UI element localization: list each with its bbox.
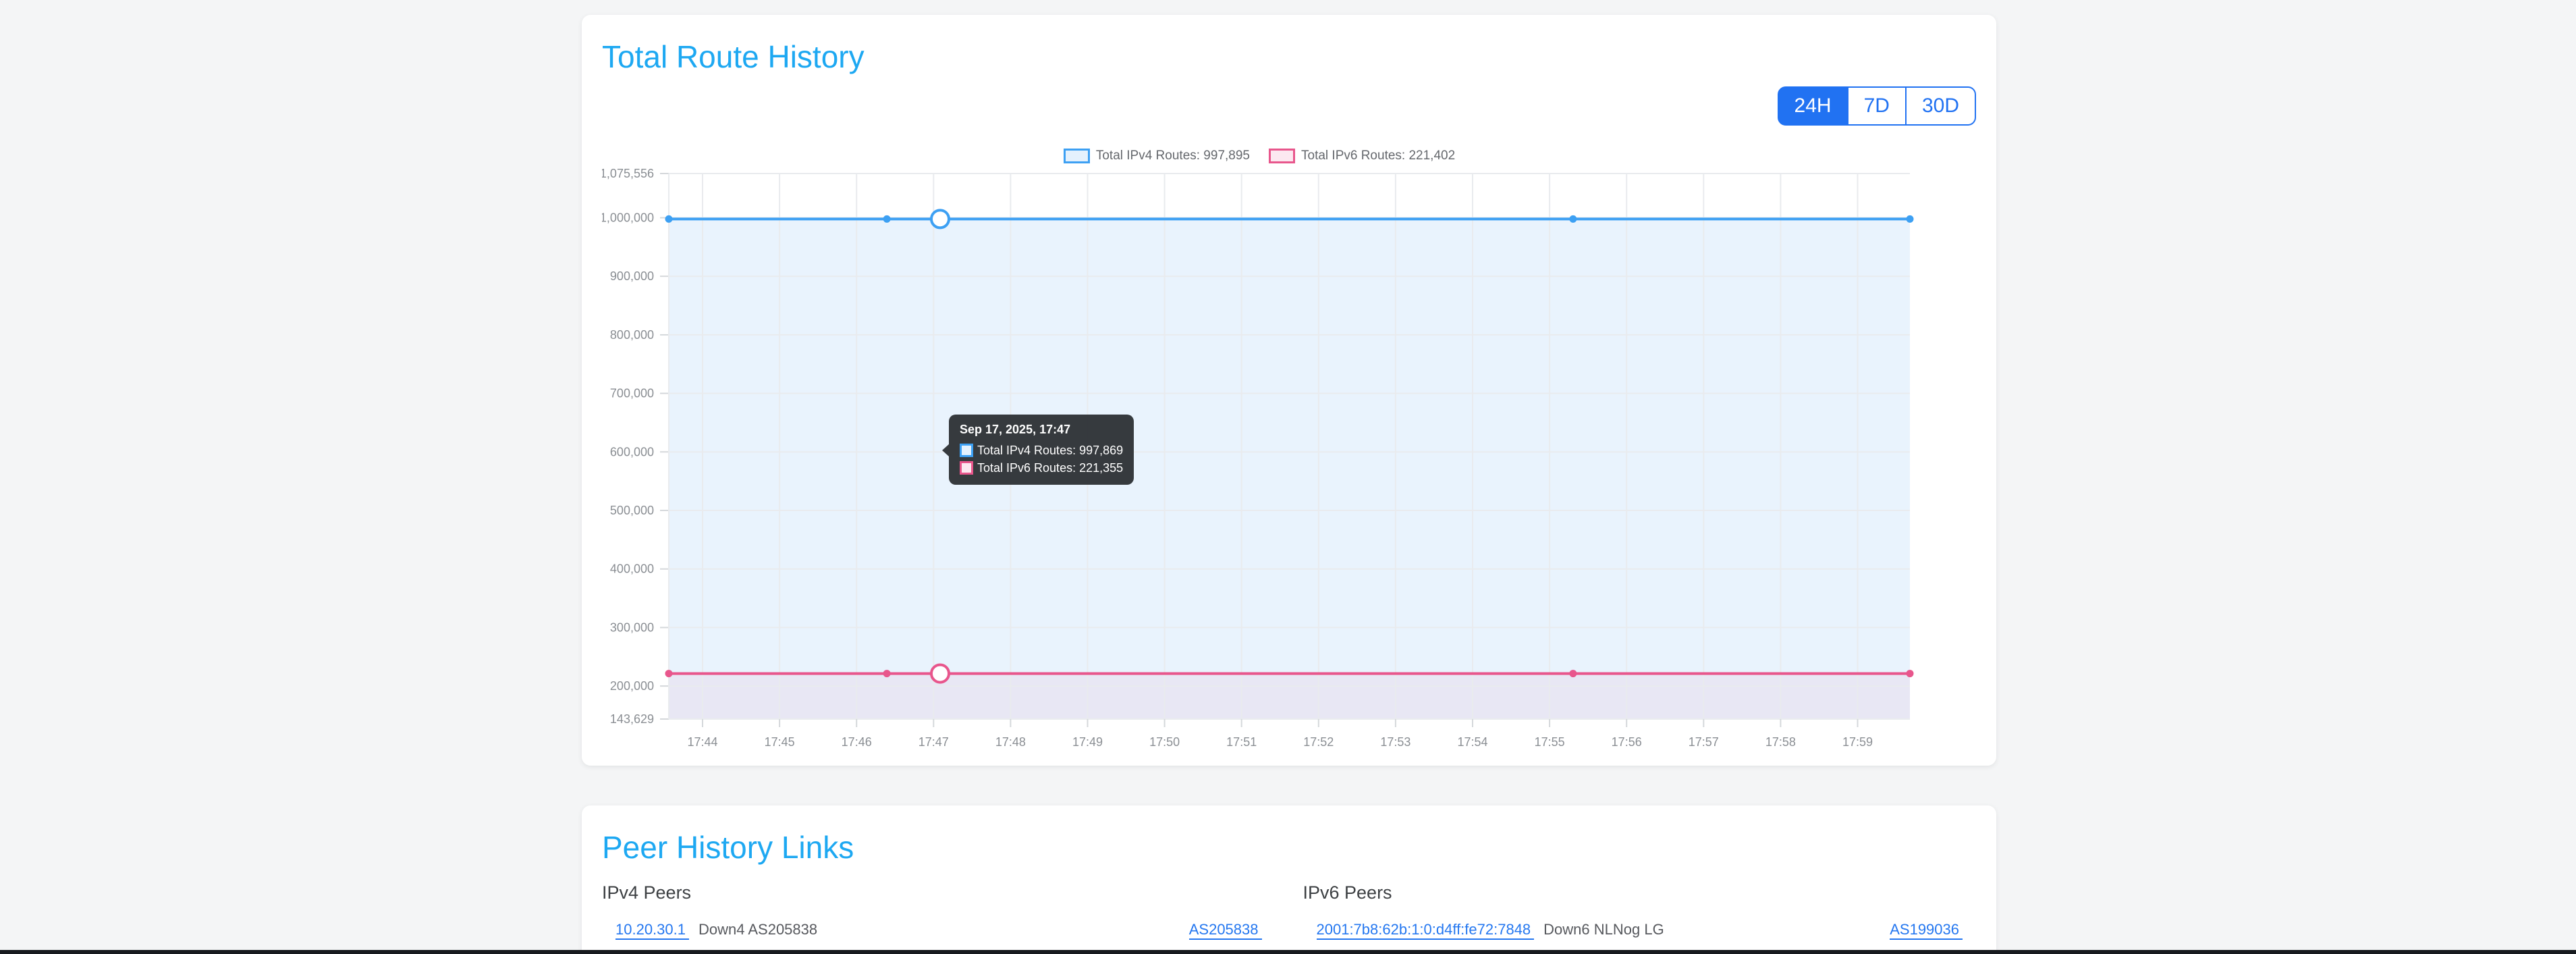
ipv4-peer-row: 10.20.30.1 Down4 AS205838 AS205838 — [602, 921, 1276, 940]
svg-text:17:55: 17:55 — [1535, 735, 1565, 749]
svg-text:17:46: 17:46 — [842, 735, 872, 749]
ipv4-peers-column: IPv4 Peers 10.20.30.1 Down4 AS205838 AS2… — [602, 882, 1276, 940]
svg-text:900,000: 900,000 — [610, 269, 654, 283]
svg-text:300,000: 300,000 — [610, 620, 654, 634]
svg-text:17:50: 17:50 — [1149, 735, 1180, 749]
tooltip-ipv6-value: Total IPv6 Routes: 221,355 — [977, 459, 1123, 477]
svg-text:17:48: 17:48 — [995, 735, 1026, 749]
ipv6-peer-row: 2001:7b8:62b:1:0:d4ff:fe72:7848 Down6 NL… — [1303, 921, 1977, 940]
y-axis-labels: 1,075,556 1,000,000 900,000 800,000 700,000 6… — [602, 167, 654, 726]
ipv6-legend-swatch-icon — [1269, 149, 1295, 163]
data-point[interactable] — [1569, 215, 1577, 223]
legend-item-ipv4[interactable]: Total IPv4 Routes: 997,895 — [1064, 149, 1250, 163]
chart-area-fills — [669, 219, 1910, 719]
ipv4-peers-header: IPv4 Peers — [602, 882, 1276, 903]
chart-legend: Total IPv4 Routes: 997,895 Total IPv6 Ro… — [602, 149, 1917, 163]
tooltip-ipv4-value: Total IPv4 Routes: 997,869 — [977, 442, 1123, 459]
time-range-selector: 24H 7D 30D — [602, 86, 1976, 126]
svg-text:700,000: 700,000 — [610, 387, 654, 400]
ipv6-legend-label: Total IPv6 Routes: 221,402 — [1301, 149, 1455, 163]
svg-text:17:59: 17:59 — [1842, 735, 1873, 749]
svg-text:500,000: 500,000 — [610, 504, 654, 517]
ipv6-peer-as-link[interactable]: AS199036 — [1890, 921, 1963, 940]
peer-history-links-card: Peer History Links IPv4 Peers 10.20.30.1… — [582, 805, 1996, 954]
svg-text:400,000: 400,000 — [610, 562, 654, 576]
svg-text:1,075,556: 1,075,556 — [602, 167, 654, 180]
svg-text:17:54: 17:54 — [1457, 735, 1487, 749]
data-point[interactable] — [1569, 670, 1577, 677]
svg-text:17:47: 17:47 — [919, 735, 949, 749]
peer-history-links-title: Peer History Links — [602, 829, 1976, 866]
ipv4-peer-address-link[interactable]: 10.20.30.1 — [615, 921, 689, 940]
legend-item-ipv6[interactable]: Total IPv6 Routes: 221,402 — [1269, 149, 1455, 163]
svg-text:17:53: 17:53 — [1380, 735, 1410, 749]
main-content: Total Route History 24H 7D 30D Total IPv… — [582, 15, 1996, 954]
range-button-24h[interactable]: 24H — [1778, 86, 1848, 126]
ipv4-legend-label: Total IPv4 Routes: 997,895 — [1096, 149, 1250, 163]
svg-text:17:45: 17:45 — [765, 735, 795, 749]
tooltip-ipv6-swatch-icon — [960, 461, 973, 475]
chart-tooltip: Sep 17, 2025, 17:47 Total IPv4 Routes: 9… — [949, 415, 1134, 485]
data-point[interactable] — [883, 670, 891, 677]
ipv4-peer-description: Down4 AS205838 — [698, 921, 817, 938]
svg-text:200,000: 200,000 — [610, 679, 654, 693]
ipv6-peer-description: Down6 NLNog LG — [1543, 921, 1664, 938]
route-history-chart[interactable]: Total IPv4 Routes: 997,895 Total IPv6 Ro… — [602, 142, 1917, 753]
range-button-7d[interactable]: 7D — [1847, 86, 1907, 126]
peer-columns: IPv4 Peers 10.20.30.1 Down4 AS205838 AS2… — [602, 882, 1976, 940]
tooltip-ipv4-swatch-icon — [960, 444, 973, 457]
ipv4-legend-swatch-icon — [1064, 149, 1090, 163]
svg-text:17:49: 17:49 — [1072, 735, 1103, 749]
tooltip-row-ipv6: Total IPv6 Routes: 221,355 — [960, 459, 1123, 477]
data-point[interactable] — [1907, 670, 1914, 677]
tooltip-row-ipv4: Total IPv4 Routes: 997,869 — [960, 442, 1123, 459]
ipv6-peers-header: IPv6 Peers — [1303, 882, 1977, 903]
svg-text:17:51: 17:51 — [1226, 735, 1257, 749]
data-point[interactable] — [883, 215, 891, 223]
bottom-edge-bar — [0, 950, 2576, 954]
time-range-button-group: 24H 7D 30D — [1778, 86, 1976, 126]
svg-text:800,000: 800,000 — [610, 328, 654, 342]
ipv6-peer-address-link[interactable]: 2001:7b8:62b:1:0:d4ff:fe72:7848 — [1317, 921, 1535, 940]
x-axis-labels: 17:44 17:45 17:46 17:47 17:48 17:49 17:50 17:51… — [687, 735, 1873, 749]
data-point[interactable] — [1907, 215, 1914, 223]
svg-text:17:57: 17:57 — [1689, 735, 1719, 749]
route-history-card: Total Route History 24H 7D 30D Total IPv… — [582, 15, 1996, 766]
hovered-data-point[interactable] — [931, 665, 949, 683]
svg-text:1,000,000: 1,000,000 — [602, 211, 654, 225]
tooltip-title: Sep 17, 2025, 17:47 — [960, 423, 1123, 437]
svg-text:143,629: 143,629 — [610, 712, 654, 726]
ipv6-peers-column: IPv6 Peers 2001:7b8:62b:1:0:d4ff:fe72:78… — [1303, 882, 1977, 940]
hovered-data-point[interactable] — [931, 210, 949, 228]
route-history-title: Total Route History — [602, 38, 1976, 76]
chart-canvas[interactable]: 17:44 17:45 17:46 17:47 17:48 17:49 17:50 17:51… — [602, 142, 1917, 753]
data-point[interactable] — [665, 215, 673, 223]
data-point[interactable] — [665, 670, 673, 677]
svg-text:17:56: 17:56 — [1612, 735, 1642, 749]
svg-text:600,000: 600,000 — [610, 445, 654, 458]
ipv4-peer-as-link[interactable]: AS205838 — [1189, 921, 1262, 940]
svg-text:17:52: 17:52 — [1303, 735, 1334, 749]
svg-text:17:44: 17:44 — [687, 735, 717, 749]
range-button-30d[interactable]: 30D — [1905, 86, 1976, 126]
svg-text:17:58: 17:58 — [1765, 735, 1796, 749]
